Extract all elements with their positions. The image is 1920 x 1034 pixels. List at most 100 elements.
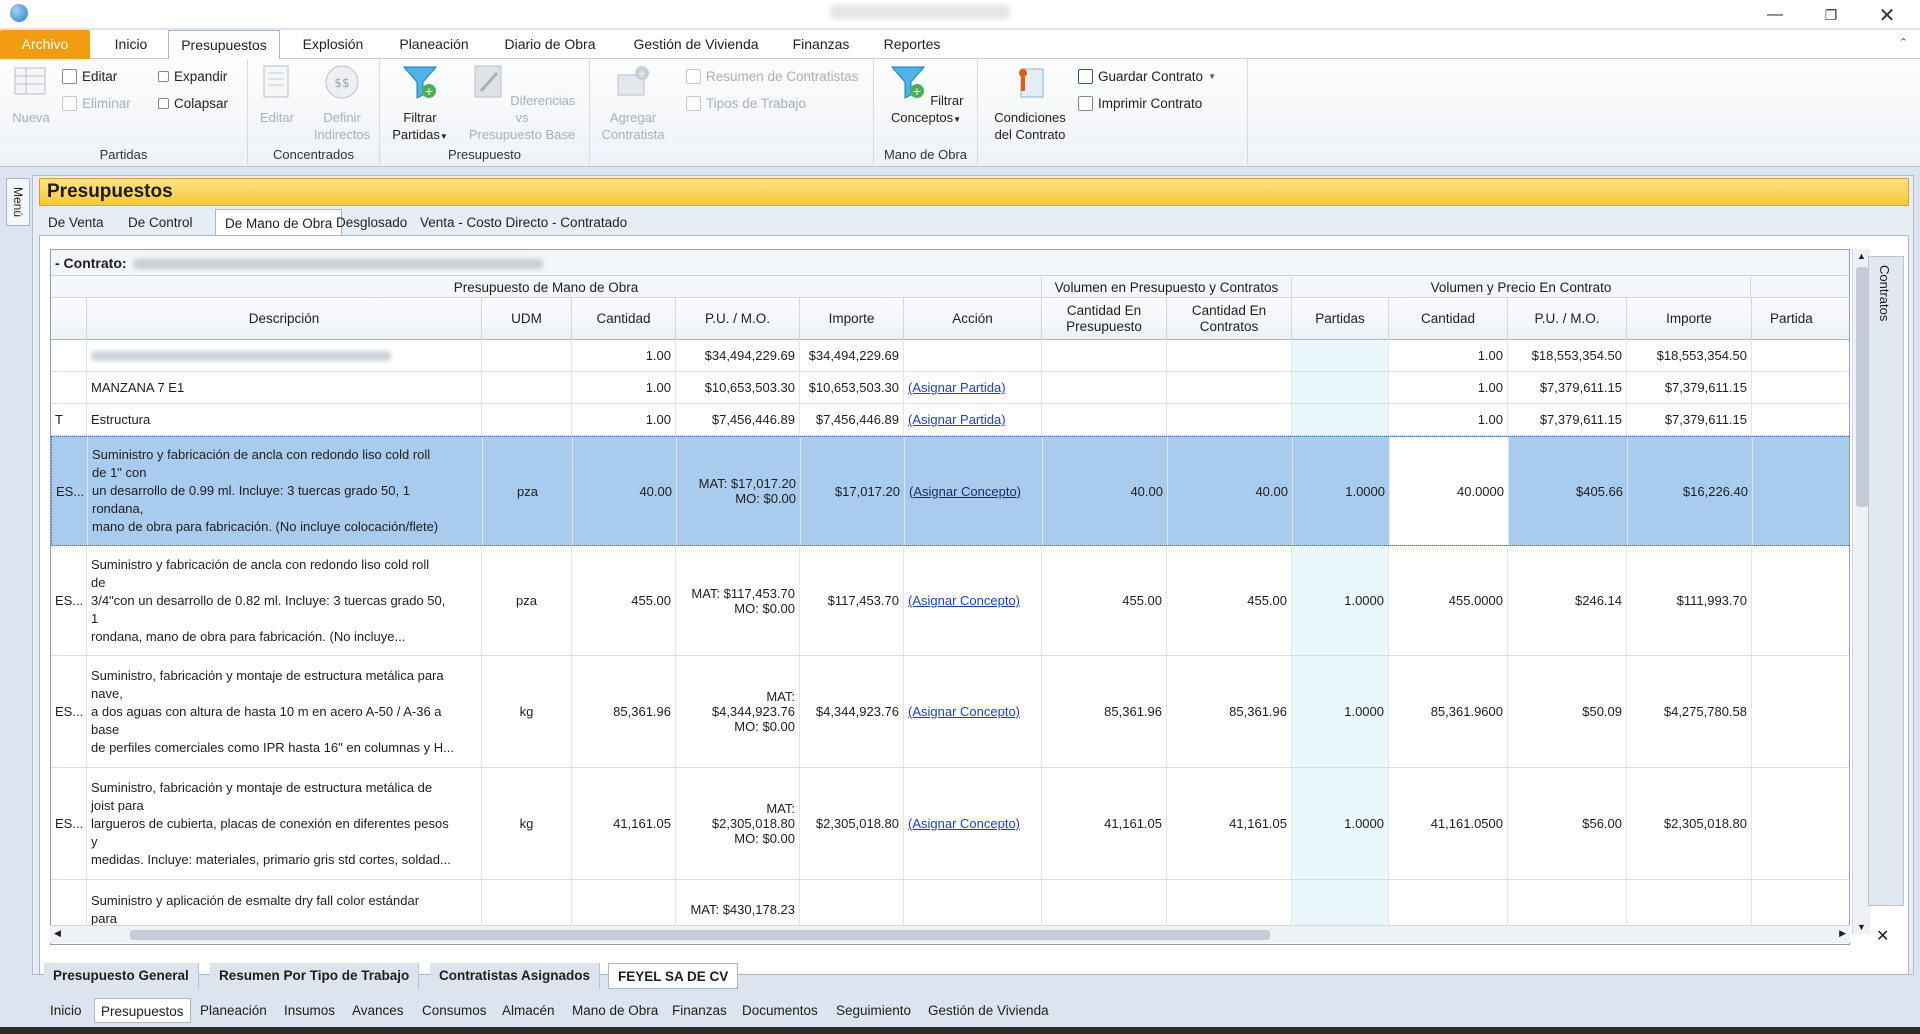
cell-pu[interactable]: MAT: $117,453.70 MO: $0.00 (676, 546, 800, 655)
assign-link[interactable]: (Asignar Concepto) (908, 593, 1020, 608)
tipos-trabajo-button[interactable]: Tipos de Trabajo (686, 92, 806, 114)
definir-indirectos-button[interactable]: $$ Definir Indirectos (308, 63, 376, 143)
cell-partidas[interactable] (1292, 404, 1389, 435)
assign-link[interactable]: (Asignar Concepto) (909, 484, 1021, 499)
assign-link[interactable]: (Asignar Concepto) (908, 816, 1020, 831)
tab-finanzas[interactable]: Finanzas (784, 30, 858, 59)
assign-link[interactable]: (Asignar Partida) (908, 412, 1006, 427)
cell-importe[interactable]: $7,456,446.89 (800, 404, 904, 435)
col-pu-mo2-header[interactable]: P.U. / M.O. (1508, 298, 1627, 340)
expandir-button[interactable]: Expandir (158, 65, 227, 87)
cell-accion[interactable]: (Asignar Concepto) (904, 656, 1042, 767)
subtab-desglosado[interactable]: Desglosado (327, 211, 416, 235)
cell-cantidad2[interactable]: 40.0000 (1390, 437, 1509, 545)
cell-cant-pres[interactable]: 40.00 (1043, 437, 1168, 545)
cell-importe2[interactable]: $4,275,780.58 (1627, 656, 1752, 767)
scroll-left-icon[interactable]: ◀ (54, 928, 61, 939)
horizontal-scroll-thumb[interactable] (130, 930, 1270, 940)
cell-desc[interactable]: MANZANA 7 E1 (87, 372, 482, 403)
diferencias-button[interactable]: Diferencias vs Presupuesto Base (464, 63, 580, 143)
cell-udm[interactable]: pza (483, 437, 573, 545)
contratos-side-panel[interactable]: Contratos (1868, 256, 1904, 906)
col-code-header[interactable] (51, 298, 87, 340)
module-tab-planeacion[interactable]: Planeación (194, 998, 273, 1023)
agregar-contratista-button[interactable]: + Agregar Contratista (600, 63, 666, 143)
cell-importe[interactable]: $10,653,503.30 (800, 372, 904, 403)
collapse-ribbon-icon[interactable]: ⌃ (1899, 36, 1908, 49)
cell-cantidad[interactable]: 85,361.96 (572, 656, 676, 767)
cell-importe2[interactable]: $2,305,018.80 (1627, 768, 1752, 879)
minimize-icon[interactable]: — (1752, 2, 1798, 28)
cell-pu2[interactable]: $7,379,611.15 (1508, 404, 1627, 435)
cell-code[interactable]: ES... (51, 768, 87, 879)
cell-udm[interactable] (482, 372, 572, 403)
cell-importe[interactable]: $4,344,923.76 (800, 656, 904, 767)
cell-importe[interactable]: $2,305,018.80 (800, 768, 904, 879)
col-importe-header[interactable]: Importe (800, 298, 904, 340)
table-row[interactable]: MANZANA 7 E1 1.00 $10,653,503.30 $10,653,50… (51, 372, 1849, 404)
cell-code[interactable]: ES... (51, 546, 87, 655)
scroll-up-icon[interactable]: ▲ (1857, 251, 1866, 261)
cell-cantidad2[interactable]: 85,361.9600 (1389, 656, 1508, 767)
module-tab-consumos[interactable]: Consumos (416, 998, 493, 1023)
cell-pu[interactable]: $34,494,229.69 (676, 340, 800, 371)
module-tab-mano-obra[interactable]: Mano de Obra (566, 998, 664, 1023)
cell-cantidad[interactable]: 1.00 (572, 372, 676, 403)
cell-cantidad[interactable]: 1.00 (572, 340, 676, 371)
module-tab-seguimiento[interactable]: Seguimiento (830, 998, 917, 1023)
cell-cant-pres[interactable]: 41,161.05 (1042, 768, 1167, 879)
tab-diario-obra[interactable]: Diario de Obra (494, 30, 606, 59)
tab-contratistas-asignados[interactable]: Contratistas Asignados (430, 963, 601, 989)
col-descripcion-header[interactable]: Descripción (87, 298, 482, 340)
restore-icon[interactable]: ❐ (1808, 2, 1854, 28)
tab-feyel[interactable]: FEYEL SA DE CV (608, 963, 739, 989)
cell-partidas[interactable] (1292, 372, 1389, 403)
cell-desc[interactable]: Estructura (87, 404, 482, 435)
module-tab-inicio[interactable]: Inicio (44, 998, 88, 1023)
col-importe2-header[interactable]: Importe (1627, 298, 1752, 340)
cell-partidas[interactable]: 1.0000 (1293, 437, 1390, 545)
module-tab-insumos[interactable]: Insumos (278, 998, 341, 1023)
table-row[interactable]: ES... Suministro y fabricación de ancla c… (51, 546, 1849, 656)
horizontal-scrollbar[interactable]: ◀ ▶ (50, 925, 1850, 943)
cell-code[interactable]: ES... (52, 437, 88, 545)
cell-accion[interactable]: (Asignar Partida) (904, 372, 1042, 403)
cell-cantidad2[interactable]: 41,161.0500 (1389, 768, 1508, 879)
cell-importe2[interactable]: $111,993.70 (1627, 546, 1752, 655)
resumen-contratistas-button[interactable]: Resumen de Contratistas (686, 65, 858, 87)
module-tab-almacen[interactable]: Almacén (496, 998, 561, 1023)
tab-reportes[interactable]: Reportes (872, 30, 952, 59)
tab-inicio[interactable]: Inicio (101, 30, 161, 59)
cell-cant-pres[interactable]: 455.00 (1042, 546, 1167, 655)
assign-link[interactable]: (Asignar Partida) (908, 380, 1006, 395)
cell-udm[interactable] (482, 404, 572, 435)
cell-code[interactable]: T (51, 404, 87, 435)
cell-pu2[interactable]: $405.66 (1509, 437, 1628, 545)
cell-cantidad2[interactable]: 455.0000 (1389, 546, 1508, 655)
menu-toggle[interactable]: Menú (6, 178, 30, 226)
cell-cant-pres[interactable] (1042, 340, 1167, 371)
cell-cant-pres[interactable]: 85,361.96 (1042, 656, 1167, 767)
col-cantidad-header[interactable]: Cantidad (572, 298, 676, 340)
cell-pu[interactable]: MAT: $17,017.20 MO: $0.00 (677, 437, 801, 545)
cell-udm[interactable]: kg (482, 768, 572, 879)
close-icon[interactable]: ✕ (1864, 2, 1910, 28)
cell-importe[interactable]: $34,494,229.69 (800, 340, 904, 371)
table-row[interactable]: ES... Suministro y fabricación de ancla c… (51, 436, 1849, 546)
cell-desc[interactable]: Suministro, fabricación y montaje de est… (87, 768, 482, 879)
col-partidas-header[interactable]: Partidas (1292, 298, 1389, 340)
assign-link[interactable]: (Asignar Concepto) (908, 704, 1020, 719)
tab-planeacion[interactable]: Planeación (390, 30, 478, 59)
cell-accion[interactable] (904, 340, 1042, 371)
tab-resumen-tipo-trabajo[interactable]: Resumen Por Tipo de Trabajo (210, 963, 420, 989)
subtab-de-control[interactable]: De Control (119, 211, 202, 235)
cell-cant-contr[interactable]: 41,161.05 (1167, 768, 1292, 879)
contract-group-row[interactable]: - Contrato: (51, 250, 1849, 276)
filtrar-partidas-button[interactable]: + Filtrar Partidas▼ (388, 63, 452, 145)
cell-desc[interactable]: Suministro y fabricación de ancla con re… (87, 546, 482, 655)
module-tab-finanzas[interactable]: Finanzas (666, 998, 733, 1023)
cell-partidas[interactable]: 1.0000 (1292, 656, 1389, 767)
cell-accion[interactable]: (Asignar Partida) (904, 404, 1042, 435)
subtab-venta-costo[interactable]: Venta - Costo Directo - Contratado (411, 211, 636, 235)
module-tab-gestion-vivienda[interactable]: Gestión de Vivienda (922, 998, 1055, 1023)
